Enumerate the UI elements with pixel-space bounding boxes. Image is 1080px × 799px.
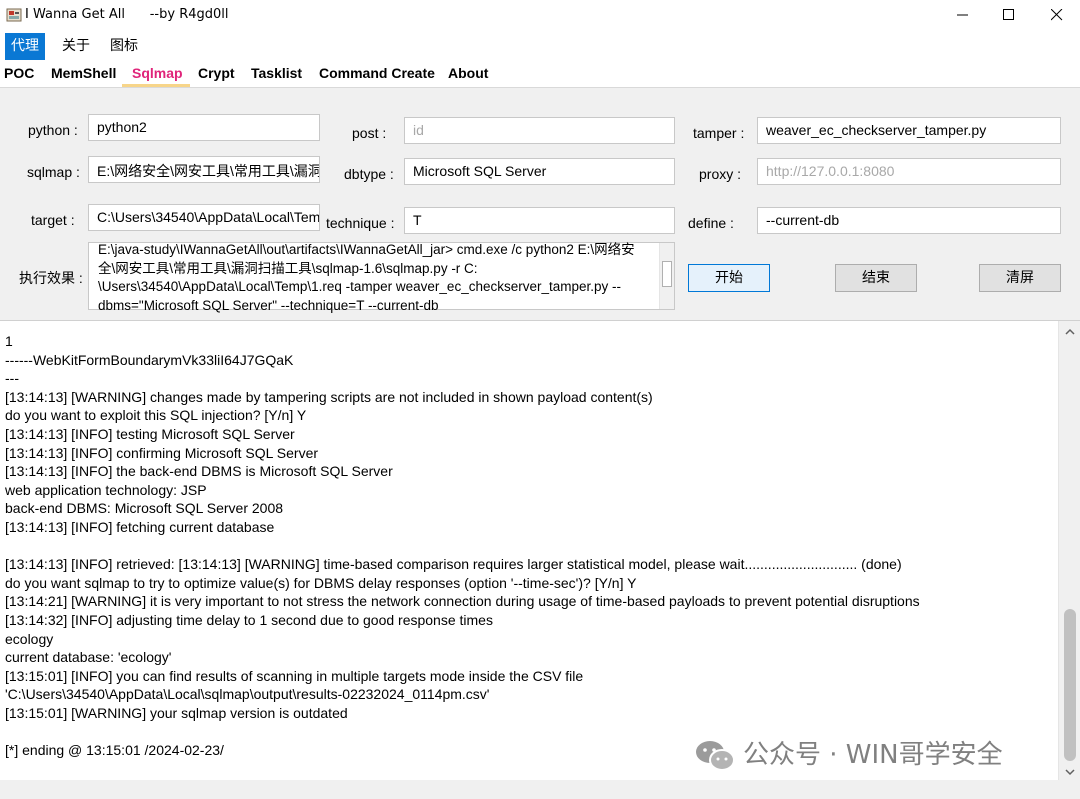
tab-memshell[interactable]: MemShell — [51, 65, 116, 81]
output-scroll-thumb[interactable] — [1064, 609, 1076, 761]
output-line: 1 — [5, 333, 13, 349]
command-line: 全\网安工具\常用工具\漏洞扫描工具\sqlmap-1.6\sqlmap.py … — [98, 260, 478, 276]
menu-item-about[interactable]: 关于 — [56, 33, 96, 60]
end-button[interactable]: 结束 — [835, 264, 917, 292]
output-line: [13:14:13] [INFO] fetching current datab… — [5, 518, 275, 535]
output-console[interactable]: 1 ------WebKitFormBoundarymVk33liI64J7GQa… — [0, 320, 1080, 781]
output-line: [13:14:13] [INFO] the back-end DBMS is M… — [5, 463, 393, 480]
active-tab-indicator — [122, 84, 190, 87]
command-preview-text: E:\java-study\IWannaGetAll\out\artifacts… — [98, 241, 658, 315]
tab-command-create[interactable]: Command Create — [319, 65, 435, 81]
output-lines: 1 ------WebKitFormBoundarymVk33liI64J7GQa… — [5, 332, 920, 760]
proxy-input[interactable]: http://127.0.0.1:8080 — [757, 158, 1061, 185]
command-preview-scroll-thumb[interactable] — [662, 261, 672, 287]
tab-sqlmap[interactable]: Sqlmap — [132, 65, 183, 81]
post-input[interactable]: id — [404, 117, 675, 144]
scroll-up-arrow-icon[interactable] — [1065, 327, 1075, 337]
output-line: [13:14:32] [INFO] adjusting time delay t… — [5, 611, 493, 628]
close-button[interactable] — [1034, 0, 1080, 30]
command-preview-scrollbar[interactable] — [659, 243, 674, 309]
output-line: [13:14:13] [INFO] retrieved: [13:14:13] … — [5, 556, 902, 573]
output-line: do you want to exploit this SQL injectio… — [5, 407, 307, 424]
minimize-icon — [957, 14, 968, 16]
proxy-label: proxy : — [699, 166, 742, 182]
tamper-label: tamper : — [693, 125, 745, 141]
dbtype-input[interactable]: Microsoft SQL Server — [404, 158, 675, 185]
start-button[interactable]: 开始 — [688, 264, 770, 292]
output-line: [13:14:13] [WARNING] changes made by tam… — [5, 388, 653, 405]
tab-poc[interactable]: POC — [4, 65, 34, 81]
output-line: [13:14:13] [INFO] testing Microsoft SQL … — [5, 425, 295, 442]
tab-about[interactable]: About — [448, 65, 488, 81]
output-line: ------WebKitFormBoundarymVk33liI64J7GQaK — [5, 351, 294, 368]
command-line: dbms="Microsoft SQL Server" --technique=… — [98, 297, 439, 313]
output-line: [13:14:13] [INFO] confirming Microsoft S… — [5, 444, 319, 461]
wechat-icon — [696, 740, 735, 771]
technique-label: technique : — [326, 215, 395, 231]
output-line: web application technology: JSP — [5, 481, 207, 498]
dbtype-label: dbtype : — [344, 166, 394, 182]
watermark: 公众号 · WIN哥学安全 — [695, 734, 1003, 774]
effect-label: 执行效果 : — [19, 270, 83, 286]
watermark-text: 公众号 · WIN哥学安全 — [743, 740, 1003, 770]
menu-bar: 代理 关于 图标 — [0, 30, 1080, 60]
command-preview[interactable]: E:\java-study\IWannaGetAll\out\artifacts… — [88, 242, 675, 313]
tab-tasklist[interactable]: Tasklist — [251, 65, 302, 81]
command-line: \Users\34540\AppData\Local\Temp\1.req -t… — [98, 279, 621, 294]
target-label: target : — [31, 212, 75, 228]
close-icon — [1051, 9, 1063, 21]
app-window: I Wanna Get All --by R4gd0ll 代理 关于 图标 PO… — [0, 0, 1080, 799]
maximize-icon — [1003, 9, 1014, 20]
maximize-button[interactable] — [986, 0, 1032, 30]
status-bar — [0, 780, 1080, 799]
output-line: [13:14:21] [WARNING] it is very importan… — [5, 593, 920, 610]
command-line: E:\java-study\IWannaGetAll\out\artifacts… — [98, 242, 635, 257]
technique-input[interactable]: T — [404, 207, 675, 234]
sqlmap-label: sqlmap : — [27, 164, 80, 180]
python-input[interactable]: python2 — [88, 114, 320, 141]
output-line: do you want sqlmap to try to optimize va… — [5, 574, 637, 591]
window-title: I Wanna Get All --by R4gd0ll — [25, 7, 229, 22]
output-line: --- — [5, 370, 19, 387]
output-line: current database: 'ecology' — [5, 649, 172, 666]
title-bar: I Wanna Get All --by R4gd0ll — [0, 0, 1080, 30]
define-input[interactable]: --current-db — [757, 207, 1061, 234]
minimize-button[interactable] — [940, 0, 986, 30]
tamper-input[interactable]: weaver_ec_checkserver_tamper.py — [757, 117, 1061, 144]
app-icon — [6, 8, 22, 22]
menu-item-proxy[interactable]: 代理 — [5, 33, 45, 60]
output-line: [13:15:01] [INFO] you can find results o… — [5, 667, 584, 684]
output-line: back-end DBMS: Microsoft SQL Server 2008 — [5, 500, 284, 517]
python-label: python : — [28, 122, 78, 138]
clear-button[interactable]: 清屏 — [979, 264, 1061, 292]
sqlmap-input[interactable]: E:\网络安全\网安工具\常用工具\漏洞 — [88, 156, 320, 183]
scroll-down-arrow-icon[interactable] — [1065, 767, 1075, 777]
output-line: [13:15:01] [WARNING] your sqlmap version… — [5, 704, 348, 721]
menu-item-icon[interactable]: 图标 — [104, 33, 144, 60]
tab-crypt[interactable]: Crypt — [198, 65, 235, 81]
output-scrollbar[interactable] — [1058, 321, 1080, 781]
target-input[interactable]: C:\Users\34540\AppData\Local\Tem — [88, 204, 320, 231]
output-line: ecology — [5, 630, 54, 647]
define-label: define : — [688, 215, 734, 231]
post-label: post : — [352, 125, 387, 141]
output-line: 'C:\Users\34540\AppData\Local\sqlmap\out… — [5, 686, 490, 703]
